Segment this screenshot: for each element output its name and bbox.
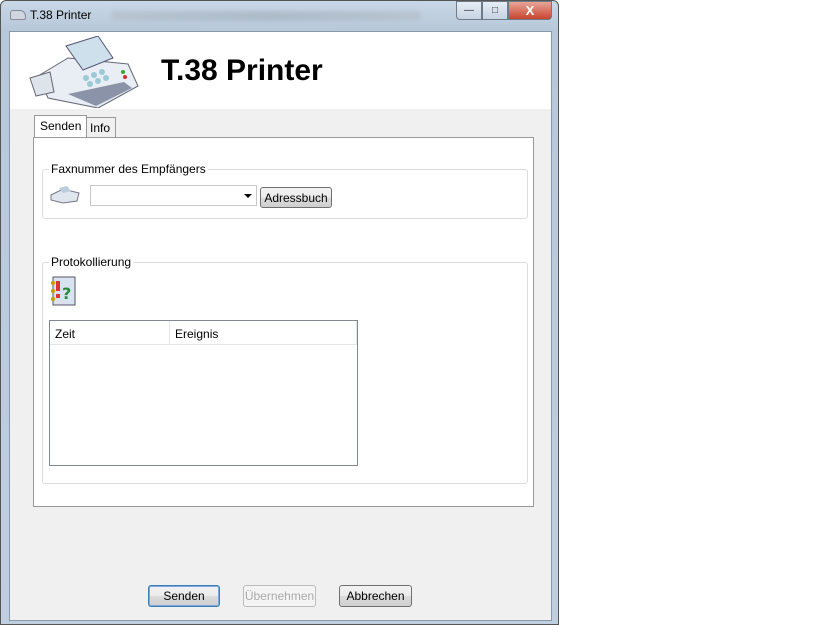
tab-info[interactable]: Info xyxy=(84,117,117,137)
window-title: T.38 Printer xyxy=(30,8,92,22)
fax-icon xyxy=(50,186,80,204)
maximize-icon: □ xyxy=(491,5,499,16)
title-bar[interactable]: T.38 Printer — □ X xyxy=(1,1,558,29)
chevron-down-icon[interactable] xyxy=(244,194,252,198)
dialog-client: T.38 Printer Senden Info Faxnummer des E… xyxy=(9,31,552,621)
column-header-zeit[interactable]: Zeit xyxy=(50,321,170,344)
close-icon: X xyxy=(525,3,535,18)
blurred-background xyxy=(111,11,421,21)
send-button[interactable]: Senden xyxy=(148,585,220,607)
fax-machine-icon xyxy=(29,36,139,108)
cancel-button[interactable]: Abbrechen xyxy=(339,585,412,607)
header-title: T.38 Printer xyxy=(161,54,323,87)
log-group-label: Protokollierung xyxy=(49,255,134,269)
app-window: T.38 Printer — □ X T.38 Printer Senden I… xyxy=(0,0,559,625)
recipient-group-label: Faxnummer des Empfängers xyxy=(49,162,208,176)
fax-number-combobox[interactable] xyxy=(90,185,257,206)
apply-button[interactable]: Übernehmen xyxy=(243,585,316,607)
minimize-button[interactable]: — xyxy=(456,1,482,20)
addressbook-button[interactable]: Adressbuch xyxy=(260,187,332,208)
column-header-ereignis[interactable]: Ereignis xyxy=(170,321,357,344)
tab-panel-senden: Faxnummer des Empfängers Adressbuch Prot… xyxy=(33,137,534,507)
tab-senden[interactable]: Senden xyxy=(34,115,88,137)
log-icon: ? xyxy=(51,276,76,306)
log-table-header: Zeit Ereignis xyxy=(50,321,357,345)
minimize-icon: — xyxy=(464,5,474,16)
header-banner: T.38 Printer xyxy=(10,32,551,109)
svg-text:?: ? xyxy=(62,284,71,303)
fax-app-icon xyxy=(10,10,26,20)
maximize-button[interactable]: □ xyxy=(482,1,508,20)
close-button[interactable]: X xyxy=(508,1,552,20)
log-table[interactable]: Zeit Ereignis xyxy=(49,320,358,466)
